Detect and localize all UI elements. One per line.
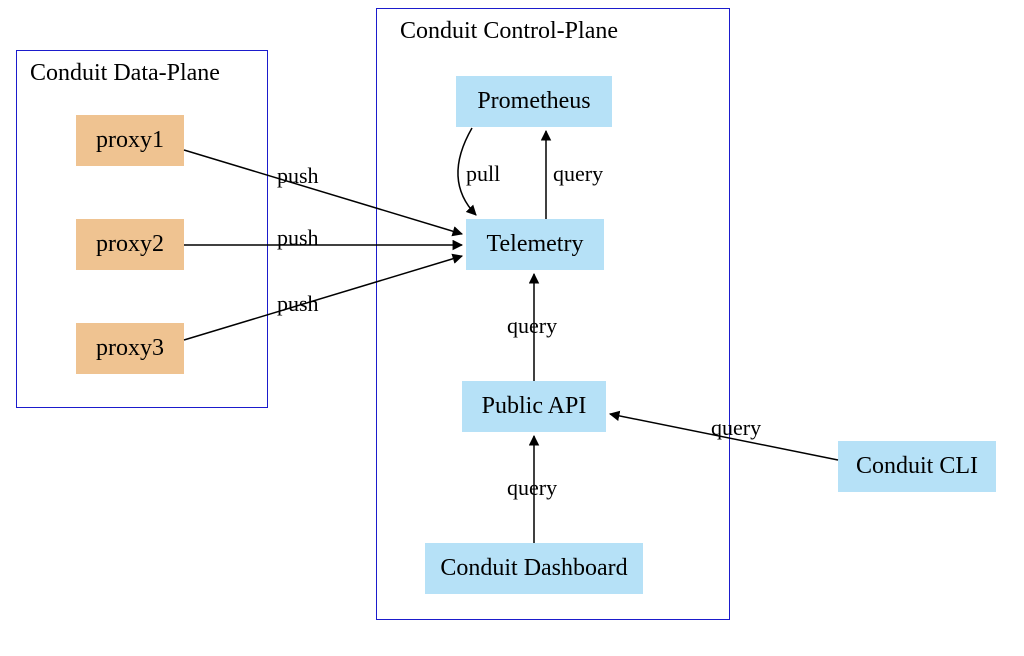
node-proxy3: proxy3: [76, 323, 184, 374]
edge-label-push3: push: [277, 291, 319, 317]
node-prometheus: Prometheus: [456, 76, 612, 127]
node-conduit-dashboard: Conduit Dashboard: [425, 543, 643, 594]
edge-label-query-dashboard-api: query: [507, 475, 557, 501]
edge-label-query-api-telemetry: query: [507, 313, 557, 339]
edge-label-push2: push: [277, 225, 319, 251]
edge-label-pull: pull: [466, 161, 500, 187]
node-proxy1: proxy1: [76, 115, 184, 166]
node-telemetry: Telemetry: [466, 219, 604, 270]
node-proxy3-label: proxy3: [96, 335, 164, 362]
cluster-control-plane-label: Conduit Control-Plane: [400, 18, 618, 45]
node-proxy2: proxy2: [76, 219, 184, 270]
node-proxy2-label: proxy2: [96, 231, 164, 258]
node-cli-label: Conduit CLI: [856, 453, 978, 480]
cluster-data-plane-label: Conduit Data-Plane: [30, 60, 220, 87]
edge-label-query-cli-api: query: [711, 415, 761, 441]
node-conduit-cli: Conduit CLI: [838, 441, 996, 492]
diagram-canvas: Conduit Data-Plane Conduit Control-Plane…: [0, 0, 1024, 656]
edge-label-query-telemetry-prometheus: query: [553, 161, 603, 187]
node-proxy1-label: proxy1: [96, 127, 164, 154]
node-telemetry-label: Telemetry: [487, 231, 584, 258]
node-dashboard-label: Conduit Dashboard: [440, 555, 627, 582]
edge-label-push1: push: [277, 163, 319, 189]
node-prometheus-label: Prometheus: [477, 88, 590, 115]
node-public-api-label: Public API: [482, 393, 587, 420]
node-public-api: Public API: [462, 381, 606, 432]
